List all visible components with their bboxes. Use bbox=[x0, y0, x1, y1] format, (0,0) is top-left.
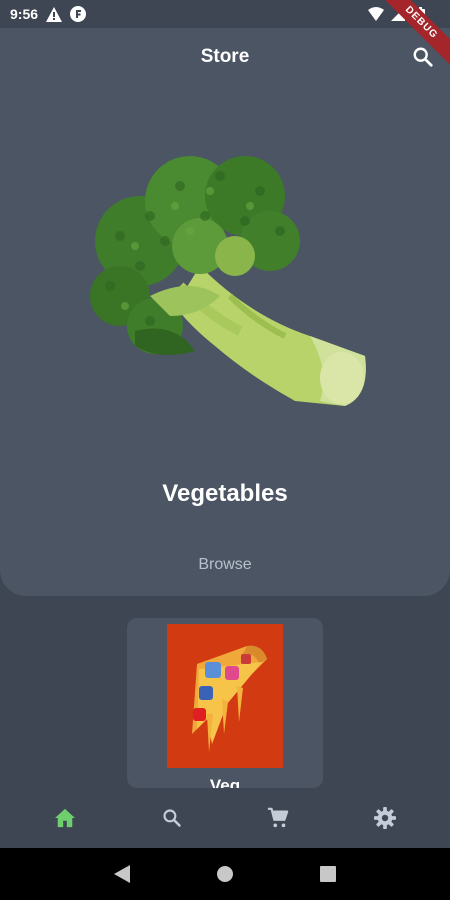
settings-icon bbox=[373, 807, 396, 829]
search-button[interactable] bbox=[410, 44, 436, 70]
pizza-slice-image bbox=[167, 624, 283, 768]
back-button[interactable] bbox=[107, 859, 137, 889]
home-icon bbox=[55, 808, 76, 828]
search-icon bbox=[413, 47, 433, 67]
nav-settings[interactable] bbox=[355, 794, 415, 842]
status-time: 9:56 bbox=[10, 6, 39, 22]
nav-cart[interactable] bbox=[248, 794, 308, 842]
category-title: Vegetables bbox=[162, 480, 288, 507]
hero-card[interactable]: Store Vegetables Browse bbox=[0, 28, 450, 596]
home-button[interactable] bbox=[210, 859, 240, 889]
page-title: Store bbox=[200, 46, 250, 67]
warning-icon bbox=[46, 6, 63, 22]
status-left: 9:56 bbox=[10, 6, 87, 22]
nav-home[interactable] bbox=[35, 794, 95, 842]
bottom-nav bbox=[0, 788, 450, 848]
broccoli-image bbox=[80, 146, 380, 436]
back-icon bbox=[113, 865, 130, 883]
cart-icon bbox=[268, 807, 289, 828]
nav-search[interactable] bbox=[142, 794, 202, 842]
recents-button[interactable] bbox=[313, 859, 343, 889]
product-card[interactable]: Veg bbox=[127, 618, 323, 788]
wifi-icon bbox=[368, 6, 384, 22]
browse-button[interactable]: Browse bbox=[175, 552, 275, 578]
f-app-icon bbox=[70, 6, 87, 22]
system-nav-bar bbox=[0, 848, 450, 900]
status-bar: 9:56 bbox=[0, 0, 450, 28]
home-circle-icon bbox=[216, 866, 233, 882]
recents-icon bbox=[320, 866, 337, 882]
product-label: Veg bbox=[209, 776, 241, 788]
search-icon bbox=[163, 809, 181, 827]
